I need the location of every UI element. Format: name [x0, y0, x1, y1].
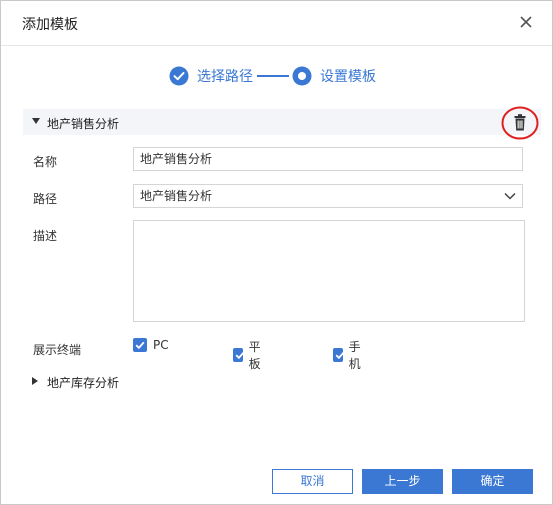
checkbox-phone-label: 手机 — [348, 340, 361, 371]
chevron-down-icon[interactable] — [504, 191, 516, 201]
path-label: 路径 — [33, 192, 58, 206]
section-title: 地产销售分析 — [47, 117, 120, 131]
checkbox-tablet[interactable]: 平板 — [233, 338, 265, 372]
path-select[interactable]: 地产销售分析 — [133, 184, 523, 208]
checkbox-checked-icon[interactable] — [133, 338, 147, 352]
path-select-value: 地产销售分析 — [140, 189, 213, 203]
current-step-icon — [292, 66, 312, 86]
checkbox-phone[interactable]: 手机 — [333, 338, 365, 372]
checkbox-pc-label: PC — [153, 338, 169, 352]
dialog-titlebar: 添加模板 — [1, 1, 552, 46]
checkbox-checked-icon[interactable] — [333, 348, 345, 362]
step-1-label: 选择路径 — [197, 69, 253, 85]
confirm-button[interactable]: 确定 — [452, 469, 533, 494]
terminal-label: 展示终端 — [33, 343, 82, 357]
step-connector — [257, 75, 289, 77]
add-template-dialog: 添加模板 选择路径 设置模板 地产销售分析 名称 地产销售分析 路径 地产销售分 — [0, 0, 553, 505]
checkbox-checked-icon[interactable] — [233, 348, 245, 362]
wizard-steps: 选择路径 设置模板 — [169, 65, 376, 87]
expand-triangle-icon[interactable] — [32, 377, 38, 385]
description-textarea[interactable] — [133, 220, 525, 322]
description-label: 描述 — [33, 229, 58, 243]
name-label: 名称 — [33, 155, 58, 169]
trash-icon[interactable] — [501, 106, 539, 140]
dialog-title: 添加模板 — [22, 17, 78, 33]
previous-step-button[interactable]: 上一步 — [362, 469, 443, 494]
checkbox-pc[interactable]: PC — [133, 338, 169, 352]
close-icon[interactable] — [518, 14, 534, 30]
section-header-inventory[interactable]: 地产库存分析 — [23, 373, 541, 391]
checkbox-tablet-label: 平板 — [248, 340, 261, 371]
check-circle-icon — [169, 66, 189, 86]
collapse-triangle-icon[interactable] — [32, 118, 40, 124]
section-header-sales[interactable]: 地产销售分析 — [23, 109, 541, 135]
section2-title: 地产库存分析 — [47, 376, 120, 390]
cancel-button[interactable]: 取消 — [272, 469, 353, 494]
step-2-label: 设置模板 — [320, 69, 376, 85]
name-input[interactable]: 地产销售分析 — [133, 147, 523, 171]
